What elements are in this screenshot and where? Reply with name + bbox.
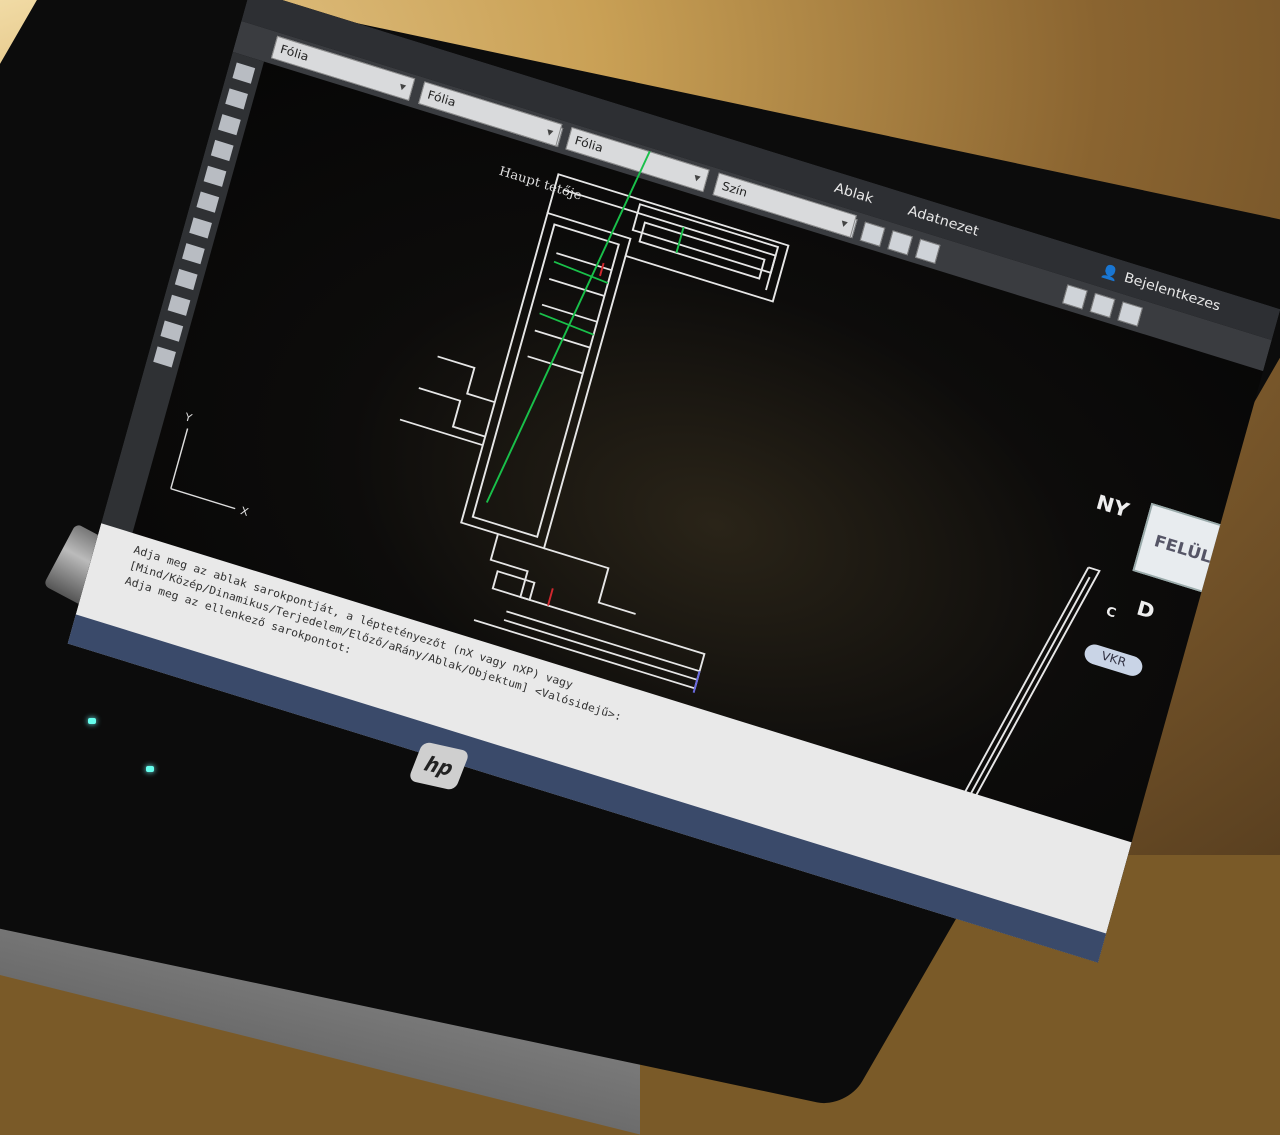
svg-text:X: X (239, 505, 250, 519)
svg-text:Y: Y (182, 410, 193, 424)
ucs-icon: Y X (170, 410, 250, 519)
power-led (88, 718, 96, 724)
section-drawing (399, 173, 790, 690)
drawing-label: Haupt tetője (497, 164, 583, 203)
status-led (146, 766, 154, 772)
accent-lines (485, 150, 701, 693)
scale-letter-c: C (1104, 604, 1117, 621)
